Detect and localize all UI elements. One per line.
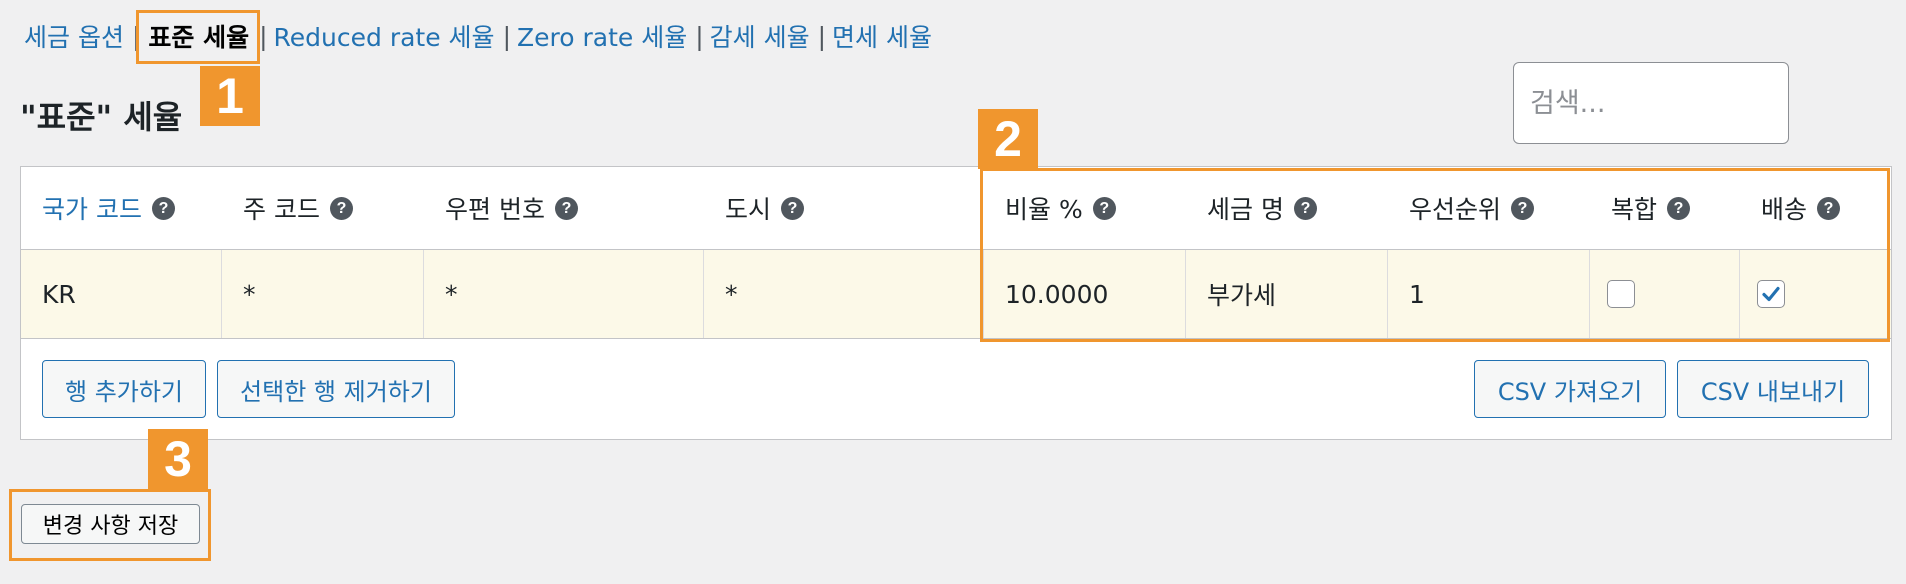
subnav-standard-rates[interactable]: 표준 세율: [146, 18, 251, 54]
column-header-country-code[interactable]: 국가 코드 ?: [21, 167, 222, 249]
help-icon[interactable]: ?: [554, 196, 578, 220]
remove-selected-rows-button[interactable]: 선택한 행 제거하기: [217, 360, 455, 418]
column-label: 비율 %: [1005, 195, 1083, 224]
column-header-tax-name: 세금 명 ?: [1186, 167, 1388, 249]
cell-tax-name[interactable]: 부가세: [1186, 250, 1388, 338]
column-header-city: 도시 ?: [704, 167, 984, 249]
subnav-reduced-tax[interactable]: 감세 세율: [710, 18, 810, 54]
search-input[interactable]: [1513, 62, 1789, 144]
import-csv-button[interactable]: CSV 가져오기: [1474, 360, 1666, 418]
annotation-badge-3: 3: [148, 429, 208, 489]
table-row[interactable]: KR * * * 10.0000 부가세 1: [21, 250, 1891, 339]
column-header-compound: 복합 ?: [1590, 167, 1740, 249]
cell-rate[interactable]: 10.0000: [984, 250, 1186, 338]
subnav-zero-rate[interactable]: Zero rate 세율: [517, 18, 687, 54]
checkmark-icon: [1762, 286, 1780, 302]
help-icon[interactable]: ?: [1667, 196, 1691, 220]
column-label: 우선순위: [1409, 195, 1502, 224]
column-header-priority: 우선순위 ?: [1388, 167, 1590, 249]
column-label: 우편 번호: [445, 195, 545, 224]
subnav-tax-options[interactable]: 세금 옵션: [24, 18, 124, 54]
column-header-shipping: 배송 ?: [1740, 167, 1891, 249]
subnav-reduced-rate[interactable]: Reduced rate 세율: [274, 18, 495, 54]
add-row-button[interactable]: 행 추가하기: [42, 360, 206, 418]
help-icon[interactable]: ?: [329, 196, 353, 220]
subnav-tax-exempt[interactable]: 면세 세율: [832, 18, 932, 54]
column-label: 도시: [725, 195, 772, 224]
compound-checkbox[interactable]: [1607, 280, 1635, 308]
column-label: 복합: [1611, 195, 1658, 224]
cell-postcode[interactable]: *: [424, 250, 704, 338]
help-icon[interactable]: ?: [1511, 196, 1535, 220]
column-header-state-code: 주 코드 ?: [222, 167, 424, 249]
column-header-postcode: 우편 번호 ?: [424, 167, 704, 249]
subnav-separator: |: [695, 21, 704, 51]
help-icon[interactable]: ?: [781, 196, 805, 220]
shipping-checkbox[interactable]: [1757, 280, 1785, 308]
cell-country[interactable]: KR: [21, 250, 222, 338]
tax-rates-table: 국가 코드 ? 주 코드 ? 우편 번호 ? 도시 ? 비율 % ? 세금 명 …: [20, 166, 1892, 440]
cell-shipping: [1740, 250, 1891, 338]
page-title: "표준" 세율: [20, 98, 183, 136]
column-header-rate: 비율 % ?: [984, 167, 1186, 249]
cell-priority[interactable]: 1: [1388, 250, 1590, 338]
export-csv-button[interactable]: CSV 내보내기: [1677, 360, 1869, 418]
column-label[interactable]: 국가 코드: [42, 190, 142, 226]
cell-city[interactable]: *: [704, 250, 984, 338]
column-label: 주 코드: [243, 195, 320, 224]
subnav-separator: |: [259, 21, 268, 51]
subnav-separator: |: [502, 21, 511, 51]
help-icon[interactable]: ?: [151, 196, 175, 220]
table-header: 국가 코드 ? 주 코드 ? 우편 번호 ? 도시 ? 비율 % ? 세금 명 …: [21, 167, 1891, 250]
cell-state[interactable]: *: [222, 250, 424, 338]
help-icon[interactable]: ?: [1293, 196, 1317, 220]
help-icon[interactable]: ?: [1817, 196, 1841, 220]
column-label: 배송: [1761, 195, 1808, 224]
annotation-badge-2: 2: [978, 109, 1038, 169]
subnav-separator: |: [817, 21, 827, 51]
tax-subnav: 세금 옵션 | 표준 세율 | Reduced rate 세율 | Zero r…: [24, 18, 932, 54]
annotation-badge-1: 1: [200, 66, 260, 126]
subnav-separator: |: [131, 21, 141, 51]
save-changes-button[interactable]: 변경 사항 저장: [21, 504, 200, 544]
cell-compound: [1590, 250, 1740, 338]
column-label: 세금 명: [1207, 195, 1284, 224]
help-icon[interactable]: ?: [1092, 196, 1116, 220]
